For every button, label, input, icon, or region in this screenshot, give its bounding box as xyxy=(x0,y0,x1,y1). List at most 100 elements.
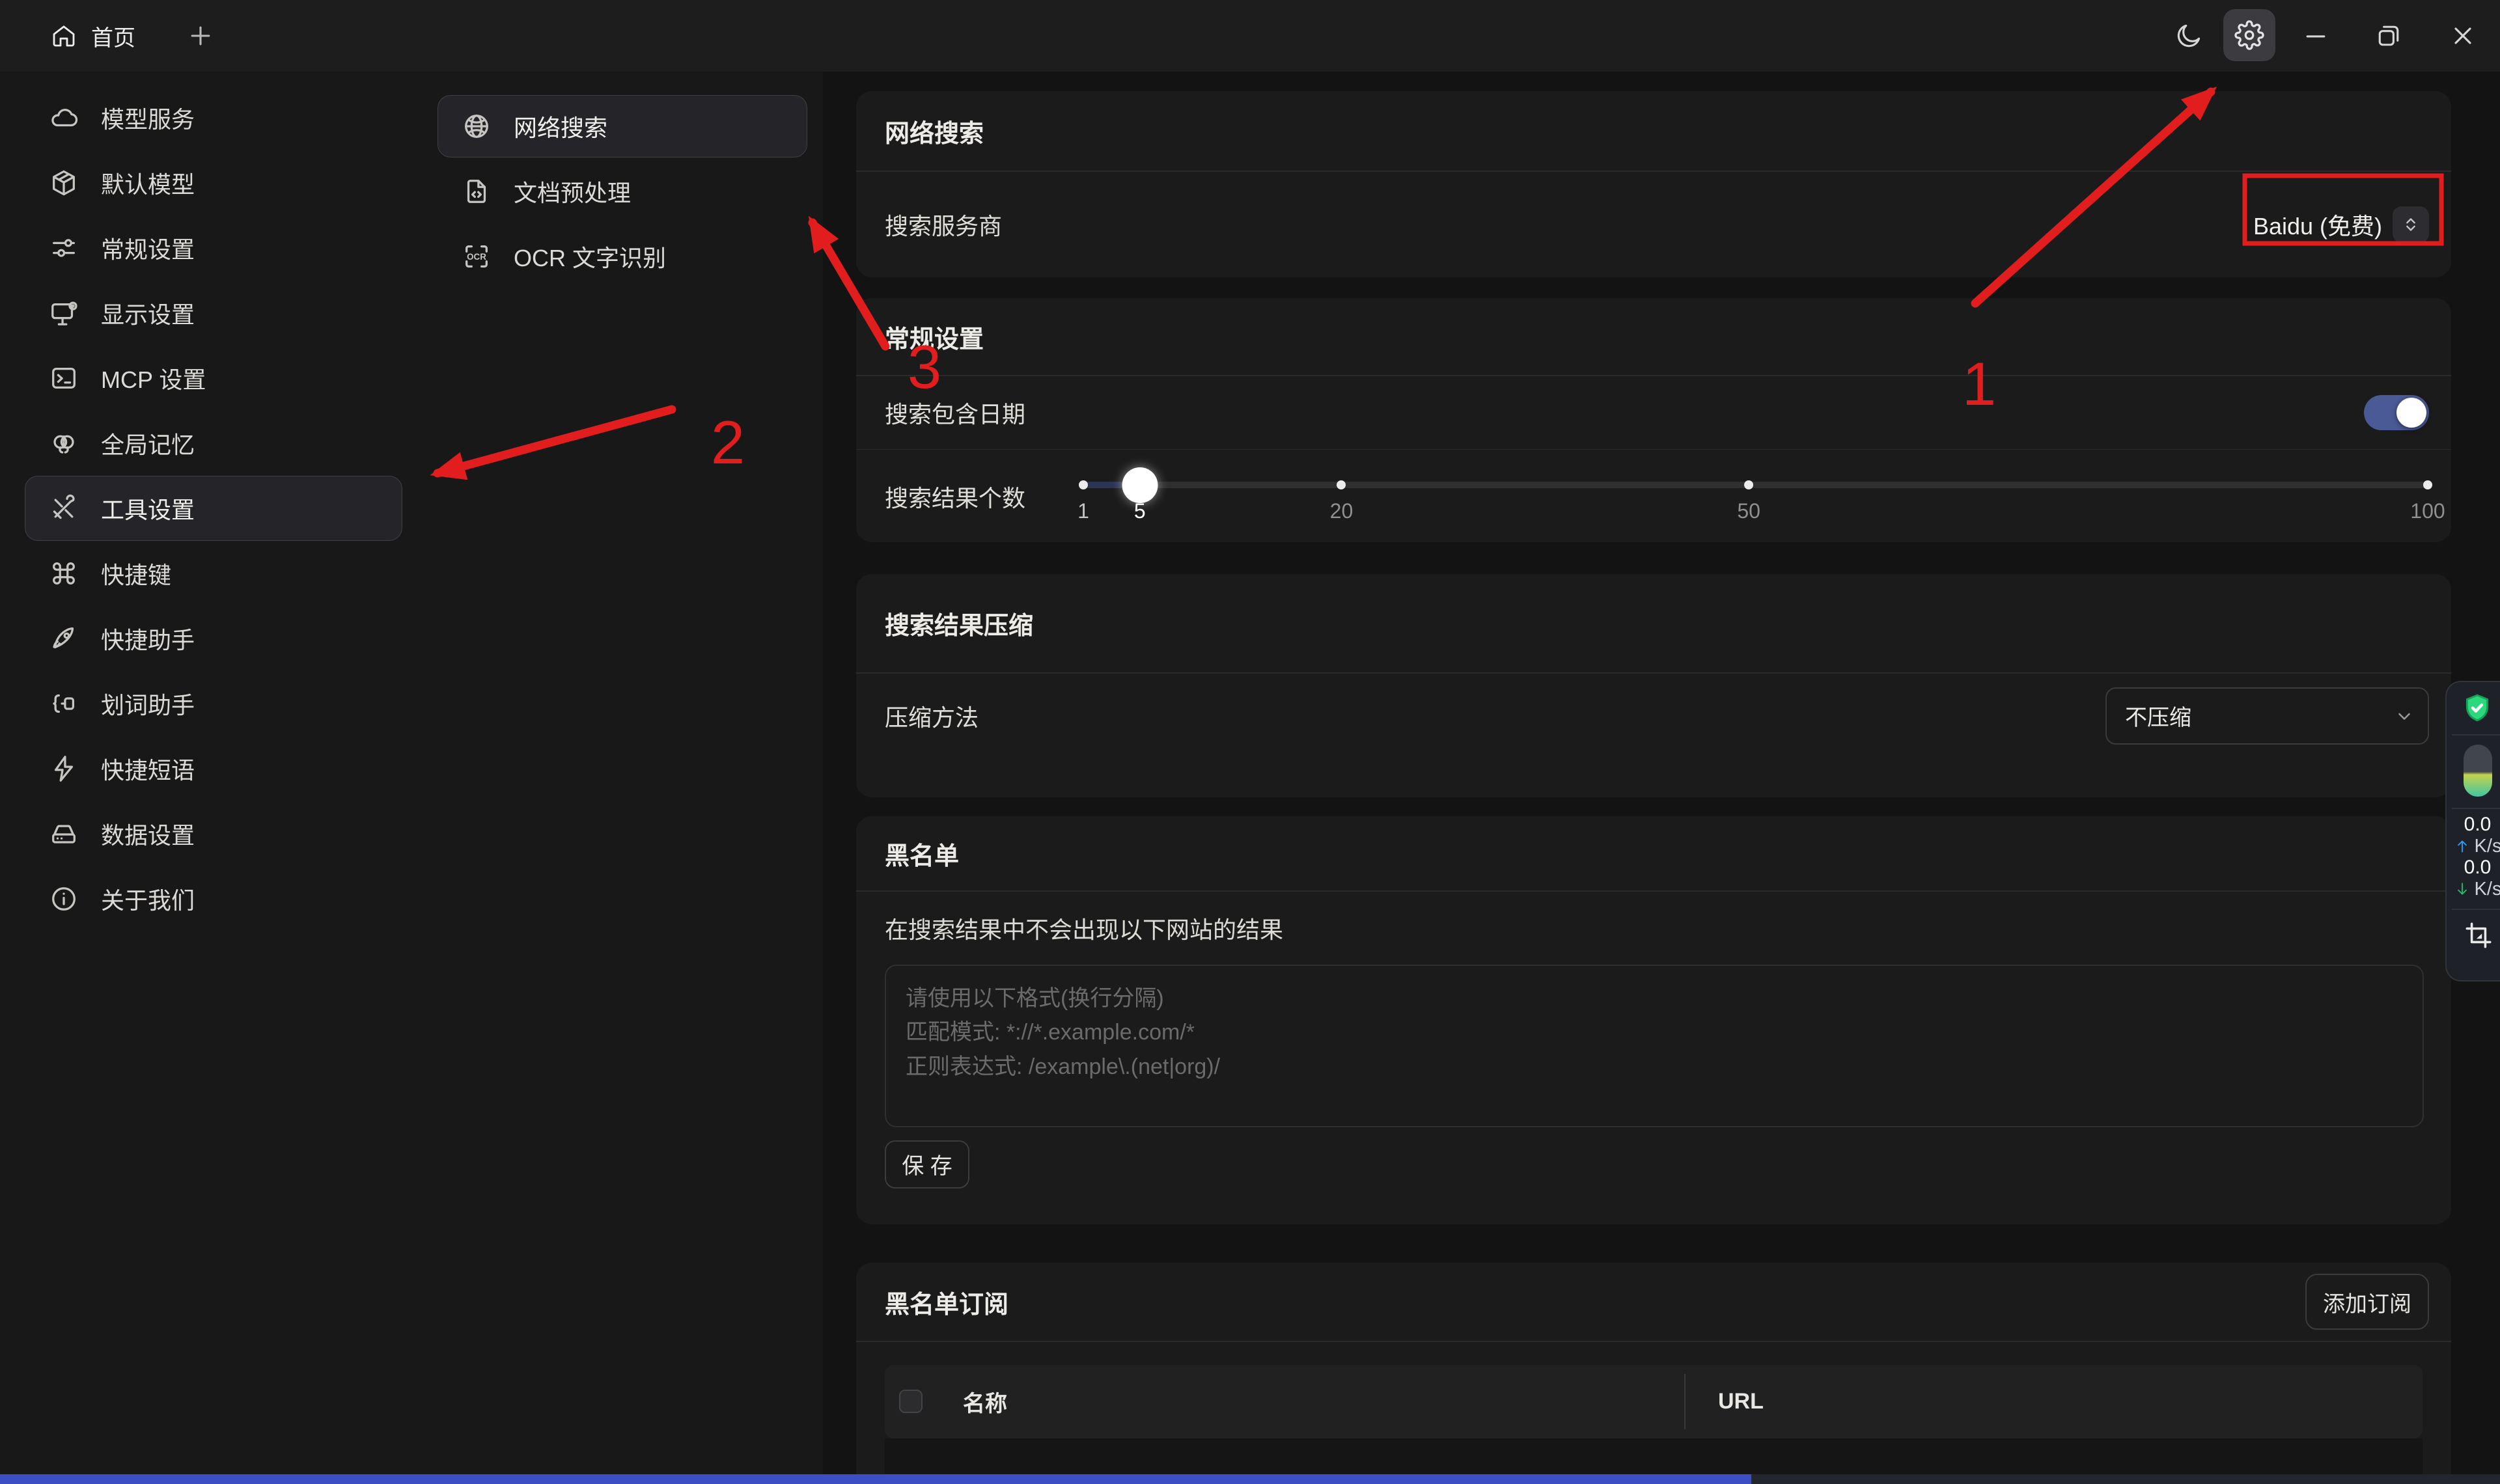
sidebar-item-data-settings[interactable]: 数据设置 xyxy=(25,801,402,866)
widget-divider xyxy=(2452,808,2500,809)
harddrive-icon xyxy=(49,819,79,849)
section-title: 网络搜索 xyxy=(885,113,984,149)
upload-speed-unit: K/s xyxy=(2475,836,2500,857)
add-subscription-button[interactable]: 添加订阅 xyxy=(2305,1274,2429,1330)
desktop-widget-bar: 0.0 K/s 0.0 K/s xyxy=(2445,681,2500,982)
sidebar-item-label: 默认模型 xyxy=(101,166,195,200)
toggle-knob xyxy=(2396,398,2426,428)
include-date-toggle-on[interactable] xyxy=(2364,395,2429,430)
restore-button[interactable] xyxy=(2374,21,2403,50)
compression-method-select[interactable]: 不压缩 xyxy=(2105,687,2429,745)
card-blacklist: 黑名单 在搜索结果中不会出现以下网站的结果 保 存 xyxy=(856,816,2451,1224)
result-count-slider[interactable]: 1 5 20 50 100 xyxy=(1083,450,2428,543)
column-header-url: URL xyxy=(1718,1389,1764,1414)
display-icon xyxy=(49,298,79,328)
sidebar-item-label: 显示设置 xyxy=(101,296,195,330)
sliders-icon xyxy=(49,233,79,263)
brain-icon xyxy=(49,428,79,458)
shield-check-icon[interactable] xyxy=(2461,692,2493,724)
widget-divider xyxy=(2452,909,2500,910)
sidebar-item-general-settings[interactable]: 常规设置 xyxy=(25,215,402,281)
slider-mark: 20 xyxy=(1330,499,1354,523)
download-arrow-icon xyxy=(2454,881,2471,898)
globe-icon xyxy=(462,111,492,141)
card-web-search: 网络搜索 搜索服务商 Baidu (免费) xyxy=(856,91,2451,277)
blacklist-textarea[interactable] xyxy=(885,965,2424,1127)
save-button[interactable]: 保 存 xyxy=(885,1140,969,1189)
text-cursor-icon xyxy=(49,689,79,719)
slider-mark: 5 xyxy=(1134,499,1146,523)
tab-home-label: 首页 xyxy=(91,20,135,52)
zap-icon xyxy=(49,754,79,784)
upload-arrow-icon xyxy=(2454,838,2471,855)
provider-label: 搜索服务商 xyxy=(885,208,1002,241)
battery-capsule-widget[interactable] xyxy=(2464,745,2492,797)
sidebar-item-tool-settings[interactable]: 工具设置 xyxy=(25,476,402,541)
chevrons-up-down-icon xyxy=(2393,206,2429,243)
gear-icon xyxy=(2234,20,2264,50)
section-title: 常规设置 xyxy=(885,319,984,355)
provider-value: Baidu (免费) xyxy=(2253,208,2382,241)
provider-select[interactable]: Baidu (免费) xyxy=(2253,206,2429,243)
settings-sidebar: 模型服务 默认模型 常规设置 显示设置 MCP 设置 xyxy=(0,72,419,1484)
sidebar-item-model-services[interactable]: 模型服务 xyxy=(25,85,402,150)
theme-moon-button[interactable] xyxy=(2174,21,2203,50)
subsidebar-item-label: 网络搜索 xyxy=(514,109,607,143)
result-count-label: 搜索结果个数 xyxy=(885,480,1025,514)
subsidebar-item-label: 文档预处理 xyxy=(514,174,631,208)
sidebar-item-quick-assistant[interactable]: 快捷助手 xyxy=(25,606,402,671)
sidebar-item-about-us[interactable]: 关于我们 xyxy=(25,866,402,931)
screenshot-crop-icon[interactable] xyxy=(2462,919,2495,952)
settings-button-active[interactable] xyxy=(2223,9,2275,61)
slider-mark: 50 xyxy=(1737,499,1760,523)
sidebar-item-display-settings[interactable]: 显示设置 xyxy=(25,281,402,346)
download-speed-value: 0.0 xyxy=(2464,857,2492,879)
card-general-settings: 常规设置 搜索包含日期 搜索结果个数 xyxy=(856,298,2451,542)
minimize-button[interactable] xyxy=(2301,21,2330,50)
app-window: 首页 模型服务 默认模型 常 xyxy=(0,0,2500,1484)
sidebar-item-mcp-settings[interactable]: MCP 设置 xyxy=(25,346,402,411)
sidebar-item-global-memory[interactable]: 全局记忆 xyxy=(25,411,402,476)
widget-divider xyxy=(2452,734,2500,735)
sidebar-item-selection-assistant[interactable]: 划词助手 xyxy=(25,671,402,736)
new-tab-button[interactable] xyxy=(186,21,215,50)
tools-subsidebar: 网络搜索 文档预处理 OCR OCR 文字识别 xyxy=(418,72,824,1484)
slider-tick xyxy=(2423,480,2432,489)
sidebar-item-shortcuts[interactable]: 快捷键 xyxy=(25,541,402,606)
subsidebar-item-doc-preprocess[interactable]: 文档预处理 xyxy=(438,160,807,223)
sidebar-item-quick-phrases[interactable]: 快捷短语 xyxy=(25,736,402,801)
settings-content: 网络搜索 搜索服务商 Baidu (免费) 常规设置 搜索包 xyxy=(823,72,2500,1484)
sidebar-item-label: 划词助手 xyxy=(101,687,195,721)
close-button[interactable] xyxy=(2449,21,2477,50)
sidebar-item-label: 全局记忆 xyxy=(101,426,195,460)
app-body: 模型服务 默认模型 常规设置 显示设置 MCP 设置 xyxy=(0,72,2500,1484)
tools-icon xyxy=(49,493,79,523)
chevron-down-icon xyxy=(2393,704,2416,728)
slider-handle[interactable] xyxy=(1122,467,1158,503)
subsidebar-item-web-search[interactable]: 网络搜索 xyxy=(438,95,807,158)
file-code-icon xyxy=(462,176,492,206)
download-speed-unit: K/s xyxy=(2475,879,2500,900)
subsidebar-item-ocr[interactable]: OCR OCR 文字识别 xyxy=(438,225,807,288)
info-icon xyxy=(49,884,79,914)
titlebar: 首页 xyxy=(0,0,2500,72)
slider-track[interactable] xyxy=(1083,482,2428,488)
home-icon xyxy=(51,23,77,49)
sidebar-item-label: 关于我们 xyxy=(101,882,195,916)
select-all-checkbox[interactable] xyxy=(899,1390,923,1413)
sidebar-item-default-models[interactable]: 默认模型 xyxy=(25,150,402,215)
section-title: 搜索结果压缩 xyxy=(885,605,1033,641)
column-header-name: 名称 xyxy=(963,1386,1007,1418)
slider-tick xyxy=(1744,480,1753,489)
network-speed-widget: 0.0 K/s 0.0 K/s xyxy=(2447,814,2500,900)
include-date-label: 搜索包含日期 xyxy=(885,396,1025,430)
sidebar-item-label: 模型服务 xyxy=(101,101,195,135)
card-result-compression: 搜索结果压缩 压缩方法 不压缩 xyxy=(856,574,2451,797)
subsidebar-item-label: OCR 文字识别 xyxy=(514,240,666,273)
column-divider xyxy=(1684,1374,1686,1429)
compression-method-label: 压缩方法 xyxy=(885,699,979,733)
bottom-blue-bar xyxy=(0,1474,1751,1484)
slider-tick xyxy=(1337,480,1346,489)
upload-speed-value: 0.0 xyxy=(2464,814,2492,836)
tab-home[interactable]: 首页 xyxy=(51,0,135,72)
